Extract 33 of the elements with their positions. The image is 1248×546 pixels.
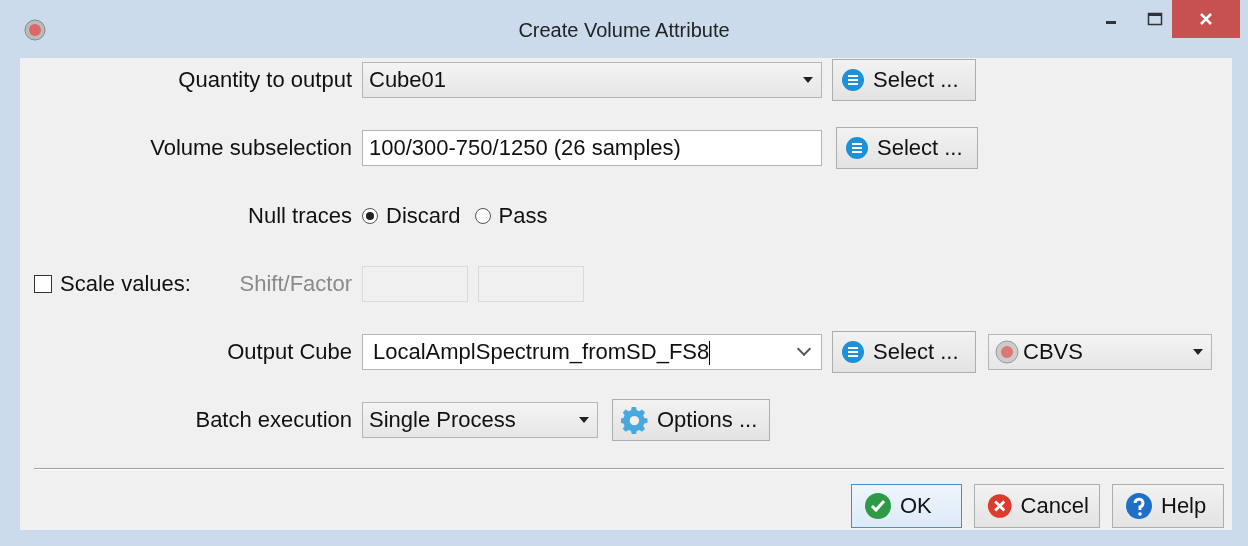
help-button[interactable]: Help: [1112, 484, 1224, 528]
cancel-icon: [987, 492, 1013, 520]
text-field[interactable]: 100/300-750/1250 (26 samples): [362, 130, 822, 166]
ok-button[interactable]: OK: [851, 484, 962, 528]
field-label: Batch execution: [195, 407, 352, 433]
app-icon: [995, 340, 1019, 364]
radio-button[interactable]: Pass: [474, 203, 548, 229]
check-icon: [864, 492, 892, 520]
checkbox-label: Scale values:: [60, 271, 191, 297]
maximize-button[interactable]: [1147, 12, 1163, 26]
options-button[interactable]: Options ...: [612, 399, 770, 441]
close-button[interactable]: [1172, 0, 1240, 38]
app-icon: [24, 19, 46, 41]
format-dropdown[interactable]: CBVS: [988, 334, 1212, 370]
list-icon: [845, 136, 869, 160]
field-label: Quantity to output: [178, 67, 352, 93]
field-label: Null traces: [248, 203, 352, 229]
radio-button[interactable]: Discard: [362, 203, 461, 229]
gear-icon: [621, 406, 649, 434]
dropdown[interactable]: Single Process: [362, 402, 598, 438]
field-label: Shift/Factor: [239, 271, 352, 297]
select-button[interactable]: Select ...: [832, 331, 976, 373]
select-button[interactable]: Select ...: [832, 59, 976, 101]
dropdown[interactable]: Cube01: [362, 62, 822, 98]
select-button[interactable]: Select ...: [836, 127, 978, 169]
window-title: Create Volume Attribute: [518, 18, 730, 42]
output-combo[interactable]: LocalAmplSpectrum_fromSD_FS8: [362, 334, 822, 370]
cancel-button[interactable]: Cancel: [974, 484, 1100, 528]
help-icon: [1125, 492, 1153, 520]
field-label: Volume subselection: [150, 135, 352, 161]
list-icon: [841, 340, 865, 364]
list-icon: [841, 68, 865, 92]
field-label: Output Cube: [227, 339, 352, 365]
